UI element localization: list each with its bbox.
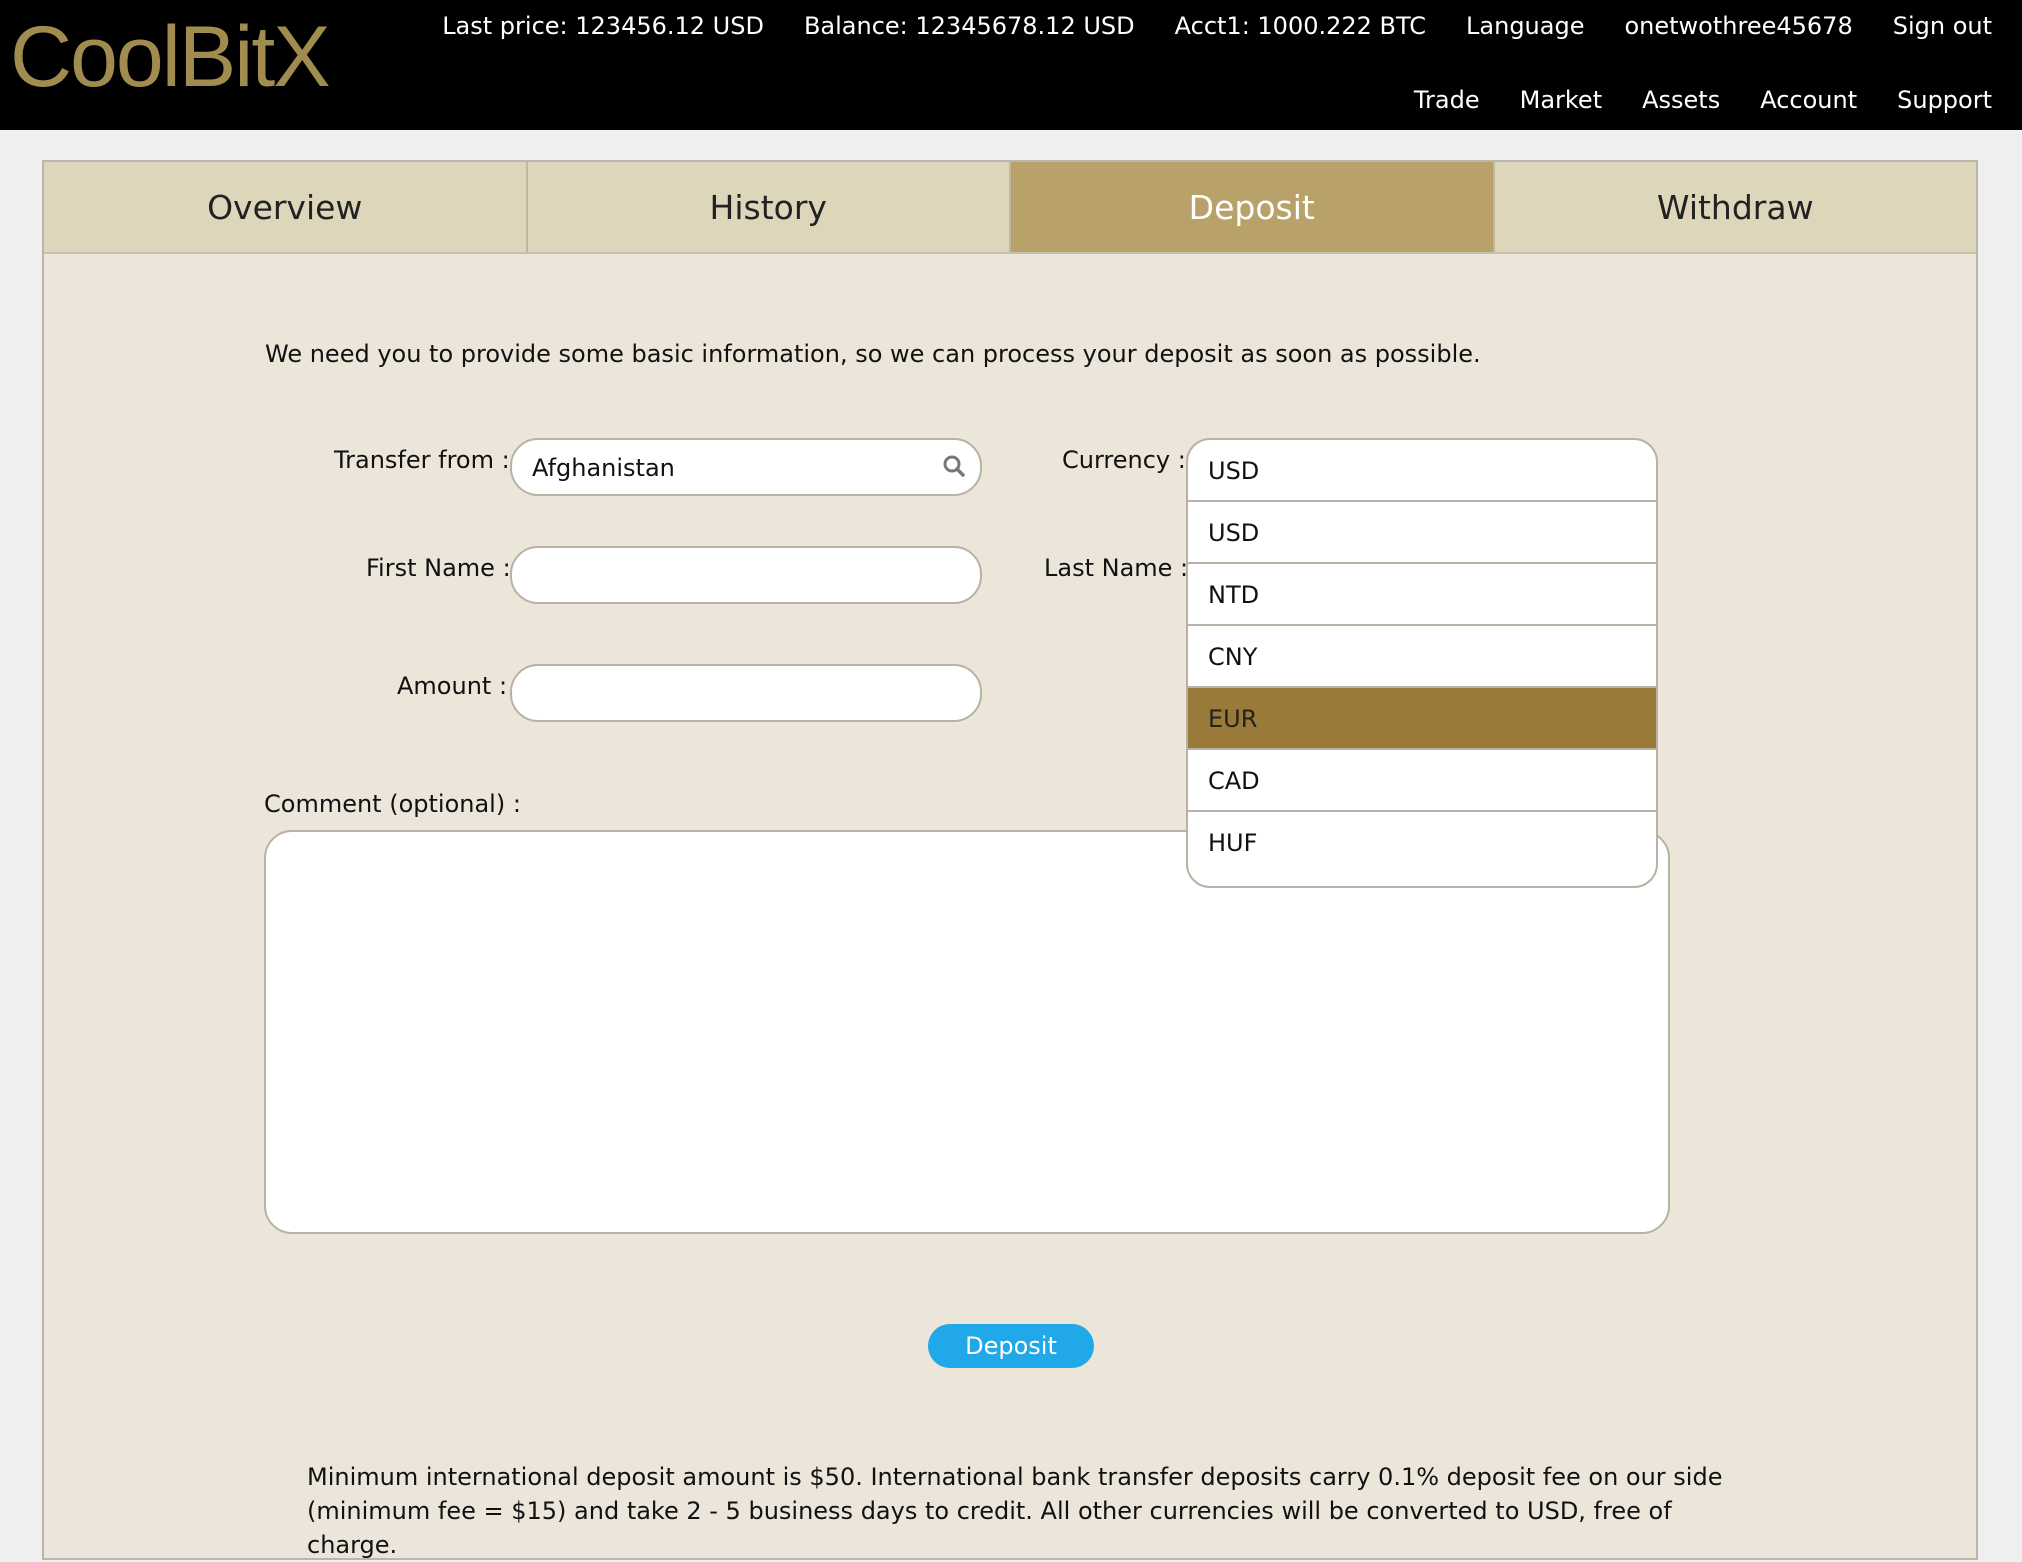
last-name-label: Last Name : xyxy=(1044,554,1189,582)
tab-deposit[interactable]: Deposit xyxy=(1011,162,1495,252)
amount-label: Amount : xyxy=(397,672,508,700)
coolbitx-logo[interactable]: CoolBitX xyxy=(10,12,331,102)
currency-option-huf[interactable]: HUF xyxy=(1188,812,1656,874)
comment-textarea[interactable] xyxy=(264,830,1670,1234)
first-name-label: First Name : xyxy=(366,554,511,582)
first-name-field[interactable] xyxy=(510,546,982,604)
intro-text: We need you to provide some basic inform… xyxy=(265,340,1481,368)
tab-bar: Overview History Deposit Withdraw xyxy=(44,162,1976,254)
account-balance: Acct1: 1000.222 BTC xyxy=(1174,12,1427,40)
nav-trade[interactable]: Trade xyxy=(1414,86,1480,114)
transfer-from-field[interactable]: Afghanistan xyxy=(510,438,982,496)
currency-option-eur[interactable]: EUR xyxy=(1188,688,1656,750)
currency-option-ntd[interactable]: NTD xyxy=(1188,564,1656,626)
nav-assets[interactable]: Assets xyxy=(1642,86,1720,114)
currency-option-usd[interactable]: USD xyxy=(1188,502,1656,564)
sign-out-link[interactable]: Sign out xyxy=(1893,12,1992,40)
transfer-from-value: Afghanistan xyxy=(532,454,675,482)
tab-withdraw[interactable]: Withdraw xyxy=(1494,162,1976,252)
deposit-button[interactable]: Deposit xyxy=(928,1324,1094,1368)
main-nav: Trade Market Assets Account Support xyxy=(1414,82,1992,118)
top-bar: CoolBitX Last price: 123456.12 USD Balan… xyxy=(0,0,2022,130)
deposit-footnote: Minimum international deposit amount is … xyxy=(307,1463,1723,1559)
transfer-from-label: Transfer from : xyxy=(334,446,510,474)
nav-market[interactable]: Market xyxy=(1520,86,1603,114)
username-link[interactable]: onetwothree45678 xyxy=(1624,12,1852,40)
currency-label: Currency : xyxy=(1062,446,1186,474)
currency-option-cny[interactable]: CNY xyxy=(1188,626,1656,688)
balance: Balance: 12345678.12 USD xyxy=(803,12,1135,40)
last-price: Last price: 123456.12 USD xyxy=(442,12,764,40)
account-info-row: Last price: 123456.12 USD Balance: 12345… xyxy=(442,8,1992,44)
tab-history[interactable]: History xyxy=(527,162,1011,252)
nav-account[interactable]: Account xyxy=(1760,86,1857,114)
currency-current[interactable]: USD xyxy=(1188,440,1656,502)
language-link[interactable]: Language xyxy=(1466,12,1584,40)
amount-field[interactable] xyxy=(510,664,982,722)
search-icon[interactable] xyxy=(942,454,966,478)
currency-dropdown[interactable]: USD USD NTD CNY EUR CAD HUF xyxy=(1186,438,1658,888)
tab-overview[interactable]: Overview xyxy=(44,162,528,252)
comment-label: Comment (optional) : xyxy=(264,790,521,818)
nav-support[interactable]: Support xyxy=(1897,86,1992,114)
currency-option-cad[interactable]: CAD xyxy=(1188,750,1656,812)
